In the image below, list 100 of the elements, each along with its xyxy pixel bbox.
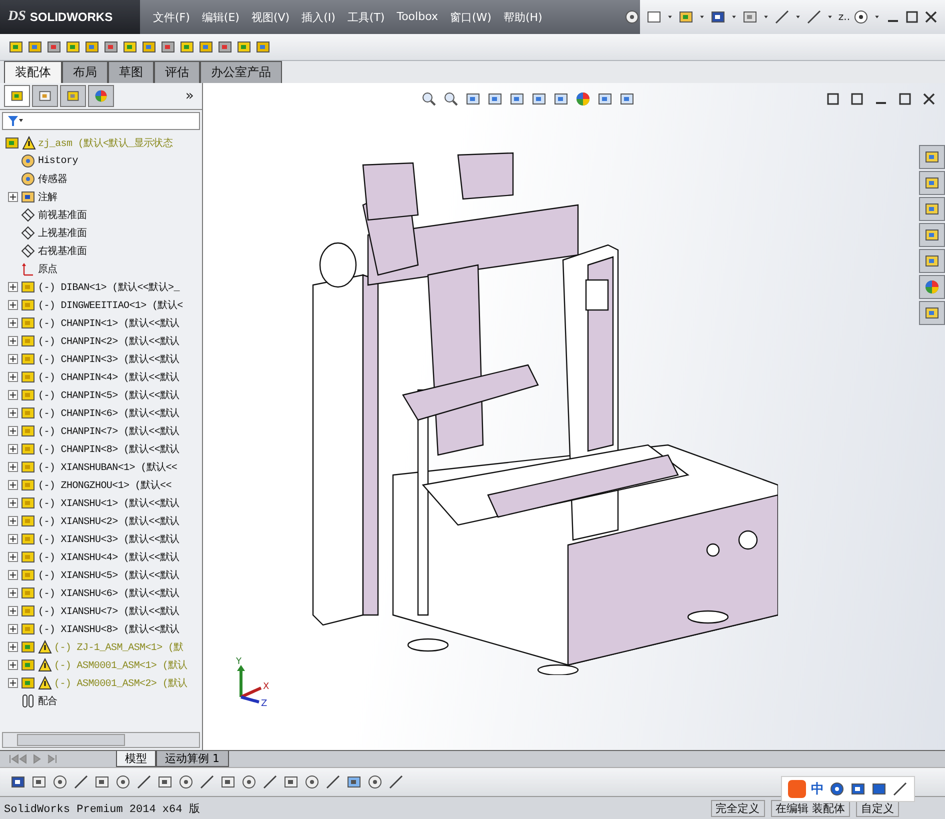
- close-icon[interactable]: [921, 91, 937, 107]
- command-tab[interactable]: 办公室产品: [200, 61, 282, 83]
- tree-item[interactable]: (-) ZHONGZHOU<1> (默认<<: [38, 478, 172, 492]
- command-tab[interactable]: 草图: [108, 61, 154, 83]
- tree-item[interactable]: (-) CHANPIN<4> (默认<<默认: [38, 370, 180, 384]
- save-icon[interactable]: [710, 9, 726, 25]
- model-tab[interactable]: 运动算例 1: [156, 751, 228, 767]
- expand-button[interactable]: [8, 570, 18, 580]
- tree-item[interactable]: 前视基准面: [38, 208, 87, 222]
- menu-item[interactable]: 文件(F): [148, 6, 195, 28]
- tree-item[interactable]: (-) XIANSHU<5> (默认<<默认: [38, 568, 180, 582]
- expand-button[interactable]: [8, 606, 18, 616]
- tree-item[interactable]: 上视基准面: [38, 226, 87, 240]
- input-mode-label[interactable]: 中: [811, 780, 824, 798]
- scrollbar[interactable]: [2, 732, 200, 748]
- task-pane-tab[interactable]: [919, 223, 945, 247]
- expand-button[interactable]: [8, 300, 18, 310]
- expand-button[interactable]: [8, 282, 18, 292]
- expand-button[interactable]: [8, 336, 18, 346]
- expand-button[interactable]: [8, 624, 18, 634]
- filter-field[interactable]: [2, 112, 200, 130]
- zoom-fit-icon[interactable]: [421, 91, 437, 107]
- command-tab[interactable]: 评估: [154, 61, 200, 83]
- tree-item[interactable]: (-) DIBAN<1> (默认<<默认>_: [38, 280, 180, 294]
- tree-item[interactable]: (-) CHANPIN<2> (默认<<默认: [38, 334, 180, 348]
- tree-item[interactable]: (-) XIANSHU<2> (默认<<默认: [38, 514, 180, 528]
- menu-item[interactable]: 工具(T): [342, 6, 390, 28]
- appearance-icon[interactable]: [575, 91, 591, 107]
- expand-button[interactable]: [8, 318, 18, 328]
- task-pane-tab[interactable]: [919, 301, 945, 325]
- tree-item[interactable]: (-) CHANPIN<6> (默认<<默认: [38, 406, 180, 420]
- tree-item[interactable]: (-) CHANPIN<3> (默认<<默认: [38, 352, 180, 366]
- save-icon[interactable]: [10, 774, 26, 790]
- zoom-area-icon[interactable]: [443, 91, 459, 107]
- task-pane-tab[interactable]: [919, 275, 945, 299]
- tree-item[interactable]: (-) DINGWEEITIAO<1> (默认<: [38, 298, 183, 312]
- menu-item[interactable]: 视图(V): [246, 6, 295, 28]
- circle-icon[interactable]: [52, 774, 68, 790]
- tree-item[interactable]: (-) XIANSHU<7> (默认<<默认: [38, 604, 180, 618]
- tree-item[interactable]: History: [38, 156, 78, 166]
- appearance-icon[interactable]: [924, 279, 940, 295]
- tree-item[interactable]: (-) CHANPIN<7> (默认<<默认: [38, 424, 180, 438]
- assembly-icon[interactable]: [10, 89, 24, 103]
- task-pane-tab[interactable]: [919, 197, 945, 221]
- command-tab[interactable]: 布局: [62, 61, 108, 83]
- expand-button[interactable]: [8, 588, 18, 598]
- expand-button[interactable]: [8, 390, 18, 400]
- task-pane-tab[interactable]: [919, 171, 945, 195]
- tree-item[interactable]: (-) XIANSHU<1> (默认<<默认: [38, 496, 180, 510]
- tree-item[interactable]: (-) XIANSHU<8> (默认<<默认: [38, 622, 180, 636]
- expand-button[interactable]: [8, 498, 18, 508]
- expand-button[interactable]: [8, 372, 18, 382]
- tree-item[interactable]: 传感器: [38, 172, 68, 186]
- expand-button[interactable]: [8, 192, 18, 202]
- task-pane-tab[interactable]: [919, 249, 945, 273]
- command-tab[interactable]: 装配体: [4, 61, 62, 83]
- tree-item[interactable]: 右视基准面: [38, 244, 87, 258]
- expand-button[interactable]: [8, 408, 18, 418]
- expand-button[interactable]: [8, 516, 18, 526]
- tree-item[interactable]: (-) XIANSHU<4> (默认<<默认: [38, 550, 180, 564]
- expand-button[interactable]: [8, 552, 18, 562]
- tree-item[interactable]: 原点: [38, 262, 58, 276]
- tree-item[interactable]: 配合: [38, 694, 58, 708]
- expand-button[interactable]: [8, 678, 18, 688]
- task-pane-tab[interactable]: [919, 145, 945, 169]
- line-icon[interactable]: [73, 774, 89, 790]
- expand-button[interactable]: [8, 354, 18, 364]
- status-text: 自定义: [856, 800, 899, 816]
- panel-tab[interactable]: [32, 85, 58, 107]
- expand-button[interactable]: [8, 480, 18, 490]
- panel-tab[interactable]: [4, 85, 30, 107]
- close-icon[interactable]: [923, 9, 939, 25]
- expand-button[interactable]: [8, 642, 18, 652]
- new-document-icon[interactable]: [646, 9, 662, 25]
- toolbar-text[interactable]: z..: [838, 12, 850, 22]
- assembly-icon: [20, 657, 36, 673]
- expand-button[interactable]: [8, 534, 18, 544]
- tree-item[interactable]: (-) XIANSHU<6> (默认<<默认: [38, 586, 180, 600]
- expand-button[interactable]: [8, 444, 18, 454]
- menu-item[interactable]: 帮助(H): [498, 6, 548, 28]
- tree-item[interactable]: (-) CHANPIN<8> (默认<<默认: [38, 442, 180, 456]
- panel-tab[interactable]: [60, 85, 86, 107]
- menu-item[interactable]: 编辑(E): [196, 6, 244, 28]
- color-ball-icon[interactable]: [94, 89, 108, 103]
- restore-icon[interactable]: [897, 91, 913, 107]
- expand-button[interactable]: [8, 462, 18, 472]
- tree-item[interactable]: (-) XIANSHU<3> (默认<<默认: [38, 532, 180, 546]
- expand-button[interactable]: [8, 660, 18, 670]
- tree-item[interactable]: 注解: [38, 190, 58, 204]
- model-tab[interactable]: 模型: [116, 751, 156, 767]
- maximize-icon[interactable]: [904, 9, 920, 25]
- expand-button[interactable]: [8, 426, 18, 436]
- menu-item[interactable]: 插入(I): [296, 6, 340, 28]
- tree-item[interactable]: (-) CHANPIN<5> (默认<<默认: [38, 388, 180, 402]
- tree-item[interactable]: (-) XIANSHUBAN<1> (默认<<: [38, 460, 178, 474]
- more-button[interactable]: »: [185, 88, 198, 104]
- menu-item[interactable]: 窗口(W): [444, 6, 496, 28]
- tree-item[interactable]: (-) CHANPIN<1> (默认<<默认: [38, 316, 180, 330]
- plane-icon: [20, 207, 36, 223]
- menu-item[interactable]: Toolbox: [392, 6, 443, 28]
